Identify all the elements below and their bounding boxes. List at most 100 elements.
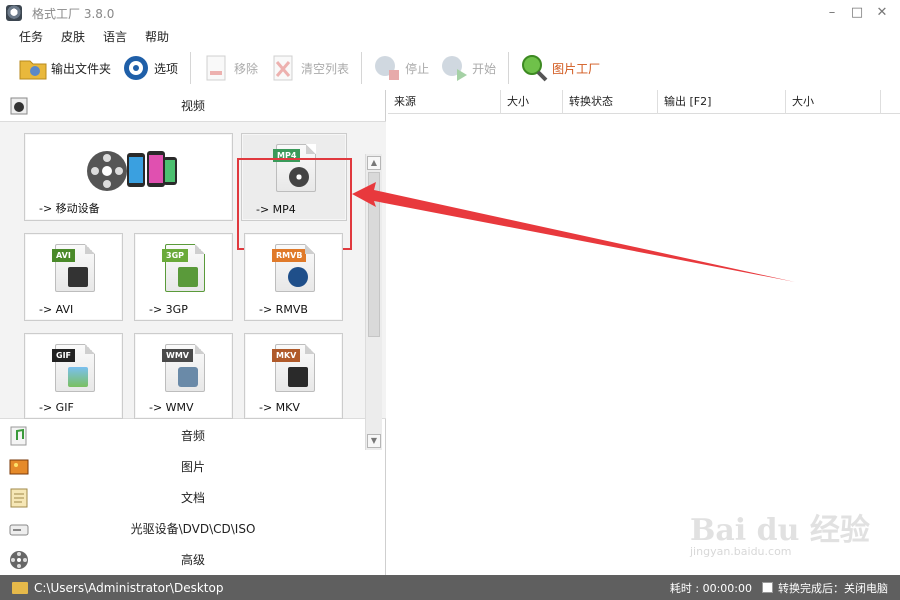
close-button[interactable]: ✕ [870,4,894,22]
format-tag: RMVB [272,249,307,262]
clear-icon [268,53,298,83]
column-size[interactable]: 大小 [501,90,563,114]
app-icon [6,5,22,21]
tile-label: -> 移动设备 [39,202,100,215]
category-advanced[interactable]: 高级 [0,544,386,575]
category-image[interactable]: 图片 [0,451,386,482]
folder-icon [18,53,48,83]
maximize-button[interactable]: □ [845,4,869,22]
folder-icon[interactable] [12,581,28,594]
start-label: 开始 [472,61,497,76]
video-tiles-area: -> 移动设备 MP4 -> MP4 AVI -> AVI 3GP -> 3GP… [0,121,386,450]
menu-bar: 任务 皮肤 语言 帮助 [0,26,900,46]
picture-icon [68,367,88,387]
category-audio[interactable]: 音频 [0,420,386,451]
real-icon [288,267,308,287]
format-tag: 3GP [162,249,188,262]
column-status[interactable]: 转换状态 [563,90,658,114]
remove-label: 移除 [234,61,259,76]
annotation-arrow [352,182,795,282]
category-image-label: 图片 [180,460,205,474]
picture-factory-label: 图片工厂 [552,61,601,76]
options-label: 选项 [154,61,179,76]
window-title: 格式工厂 3.8.0 [32,6,115,21]
tile-mkv[interactable]: MKV -> MKV [244,333,343,419]
category-advanced-label: 高级 [180,553,205,567]
column-output-size[interactable]: 大小 [786,90,881,114]
tile-rmvb[interactable]: RMVB -> RMVB [244,233,343,321]
status-bar: C:\Users\Administrator\Desktop 耗时 : 00:0… [0,575,900,600]
minimize-button[interactable]: – [820,4,844,22]
tile-label: -> GIF [39,401,74,414]
scroll-up-arrow[interactable]: ▲ [367,156,381,170]
tile-mobile-device[interactable]: -> 移动设备 [24,133,233,221]
shutdown-checkbox[interactable] [762,582,773,593]
task-table-header: 来源 大小 转换状态 输出 [F2] 大小 [388,90,900,114]
gif-file-icon: GIF [52,344,95,392]
tile-avi[interactable]: AVI -> AVI [24,233,123,321]
clear-list-label: 清空列表 [301,61,350,76]
category-video[interactable]: 视频 [0,90,386,121]
format-tag: WMV [162,349,193,362]
toolbar: 输出文件夹 选项 移除 清空列表 停止 开始 图片工厂 [0,46,900,90]
picture-factory-button[interactable]: 图片工厂 [515,50,604,86]
music-note-icon [8,425,30,447]
options-button[interactable]: 选项 [117,50,182,86]
stop-icon [372,53,402,83]
remove-icon [201,53,231,83]
task-list-panel: 来源 大小 转换状态 输出 [F2] 大小 [388,90,900,575]
category-panel: 视频 -> 移动设备 MP4 -> MP4 AVI -> AVI 3GP -> … [0,90,386,575]
avi-file-icon: AVI [52,244,95,292]
disc-drive-icon [8,518,30,540]
video-category-icon [8,95,30,117]
tile-label: -> AVI [39,303,74,316]
magnifier-icon [519,53,549,83]
output-folder-button[interactable]: 输出文件夹 [14,50,115,86]
stop-label: 停止 [405,61,430,76]
start-button[interactable]: 开始 [435,50,500,86]
remove-button[interactable]: 移除 [197,50,262,86]
tile-label: -> RMVB [259,303,308,316]
column-output[interactable]: 输出 [F2] [658,90,786,114]
column-source[interactable]: 来源 [388,90,501,114]
tile-label: -> MKV [259,401,300,414]
film-icon [68,267,88,287]
film-reel-phones-icon [87,151,177,191]
menu-language[interactable]: 语言 [94,28,136,45]
tile-label: -> 3GP [149,303,188,316]
output-path[interactable]: C:\Users\Administrator\Desktop [34,581,223,595]
tile-3gp[interactable]: 3GP -> 3GP [134,233,233,321]
camcorder-icon [178,367,198,387]
watermark: Bai du 经验 jingyan.baidu.com [690,505,870,565]
category-document-label: 文档 [180,491,205,505]
document-icon [8,487,30,509]
watermark-brand: Bai du 经验 [690,513,870,548]
toolbar-separator [508,52,510,84]
category-video-label: 视频 [180,99,205,113]
format-tag: MKV [272,349,301,362]
format-tag: AVI [52,249,75,262]
phone-icon [178,267,198,287]
title-bar: 格式工厂 3.8.0 – □ ✕ [0,0,900,26]
mkv-file-icon: MKV [272,344,315,392]
rmvb-file-icon: RMVB [272,244,315,292]
3gp-file-icon: 3GP [162,244,205,292]
tile-wmv[interactable]: WMV -> WMV [134,333,233,419]
tile-label: -> WMV [149,401,194,414]
menu-task[interactable]: 任务 [10,28,52,45]
tile-gif[interactable]: GIF -> GIF [24,333,123,419]
format-tag: GIF [52,349,76,362]
film-icon [288,367,308,387]
clear-list-button[interactable]: 清空列表 [264,50,353,86]
category-document[interactable]: 文档 [0,482,386,513]
output-folder-label: 输出文件夹 [51,61,112,76]
shutdown-label[interactable]: 转换完成后：关闭电脑 [778,580,888,596]
menu-help[interactable]: 帮助 [136,28,178,45]
menu-skin[interactable]: 皮肤 [52,28,94,45]
status-right: 耗时 : 00:00:00 转换完成后：关闭电脑 [670,575,888,600]
elapsed-time: 耗时 : 00:00:00 [669,581,752,595]
stop-button[interactable]: 停止 [368,50,433,86]
category-optical[interactable]: 光驱设备\DVD\CD\ISO [0,513,386,544]
category-optical-label: 光驱设备\DVD\CD\ISO [130,522,256,536]
gear-icon [121,53,151,83]
